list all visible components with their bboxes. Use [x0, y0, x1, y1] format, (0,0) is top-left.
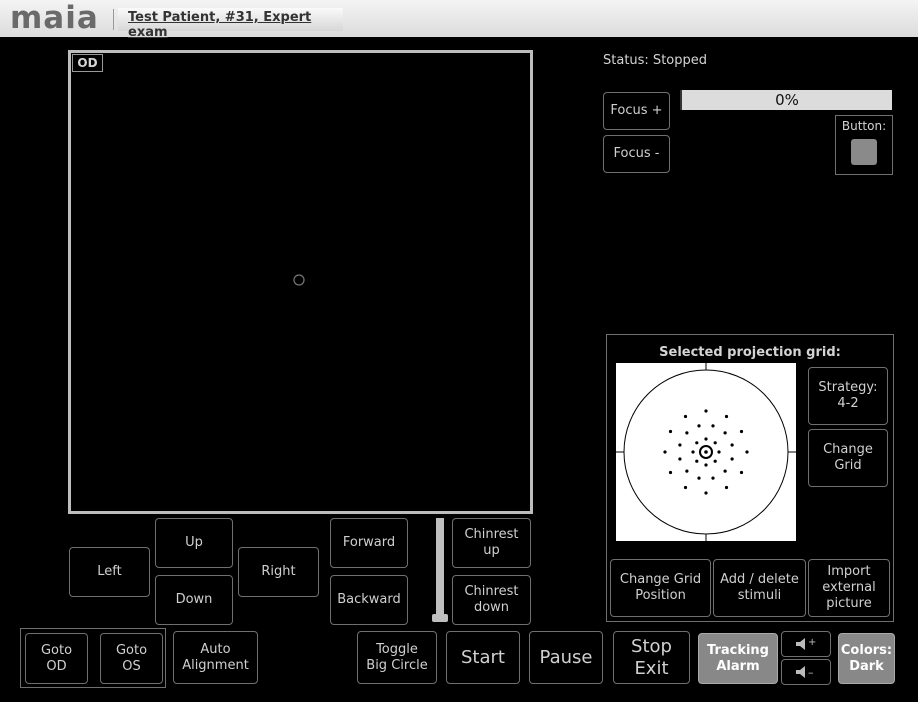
pause-button[interactable]: Pause	[529, 631, 603, 684]
toggle-big-circle-button[interactable]: Toggle Big Circle	[357, 631, 437, 684]
projection-grid-preview	[616, 363, 796, 541]
stimulus-dot	[691, 450, 695, 454]
stimulus-dot	[683, 485, 688, 490]
stimulus-dot	[724, 414, 729, 419]
up-button[interactable]: Up	[155, 518, 233, 568]
stimulus-dot	[704, 409, 708, 413]
stimulus-dot	[668, 429, 673, 434]
stimulus-dot	[730, 457, 734, 461]
app-logo: maia	[10, 0, 99, 36]
chinrest-slider-track	[436, 518, 444, 620]
start-label: Start	[461, 646, 505, 668]
stimulus-dot	[711, 424, 715, 428]
stimulus-dot	[713, 459, 717, 463]
speaker-plus-icon: +	[796, 637, 816, 650]
stimulus-dot	[695, 459, 699, 463]
backward-button[interactable]: Backward	[330, 575, 408, 625]
stimulus-dot	[713, 441, 717, 445]
right-button[interactable]: Right	[238, 547, 319, 597]
stimulus-dot	[668, 470, 673, 475]
eye-label: OD	[72, 54, 103, 72]
fundus-viewer[interactable]	[68, 50, 533, 514]
import-external-picture-button[interactable]: Import external picture	[808, 559, 890, 617]
volume-down-button[interactable]: –	[781, 659, 831, 685]
stimulus-dot	[678, 443, 682, 447]
forward-button[interactable]: Forward	[330, 518, 408, 568]
speaker-minus-icon: –	[796, 666, 814, 679]
stop-exit-button[interactable]: Stop Exit	[613, 631, 690, 684]
tracking-alarm-button[interactable]: Tracking Alarm	[698, 633, 778, 684]
hardware-button-label: Button:	[841, 119, 887, 133]
strategy-button[interactable]: Strategy: 4-2	[808, 367, 888, 425]
stimulus-dot	[697, 476, 701, 480]
stimulus-dot	[723, 431, 727, 435]
chinrest-up-button[interactable]: Chinrest up	[452, 518, 531, 568]
svg-text:+: +	[808, 637, 816, 648]
stimulus-dot	[685, 431, 689, 435]
stimulus-dot	[717, 450, 721, 454]
change-grid-position-button[interactable]: Change Grid Position	[610, 559, 711, 617]
stimulus-dot	[704, 491, 708, 495]
svg-text:–: –	[808, 666, 814, 679]
focus-minus-button[interactable]: Focus -	[603, 135, 670, 173]
focus-plus-button[interactable]: Focus +	[603, 92, 670, 130]
stimulus-dot	[704, 437, 708, 441]
start-button[interactable]: Start	[446, 631, 520, 684]
button-state-icon	[851, 139, 877, 165]
change-grid-button[interactable]: Change Grid	[808, 429, 888, 487]
stimulus-dot	[739, 470, 744, 475]
colors-dark-button[interactable]: Colors: Dark	[838, 633, 895, 684]
stimulus-dot	[723, 469, 727, 473]
pause-label: Pause	[539, 646, 593, 668]
hardware-button-indicator: Button:	[835, 115, 893, 175]
volume-up-button[interactable]: +	[781, 631, 831, 657]
chinrest-slider-handle[interactable]	[432, 614, 448, 622]
stimulus-dot	[683, 414, 688, 419]
grid-panel-title: Selected projection grid:	[659, 345, 841, 360]
stimulus-dot	[745, 450, 749, 454]
stimulus-dot	[739, 429, 744, 434]
title-separator	[113, 9, 114, 30]
grid-diagram-icon	[616, 363, 796, 541]
patient-tab[interactable]: Test Patient, #31, Expert exam	[118, 8, 343, 40]
stimulus-dot	[704, 463, 708, 467]
fixation-target-icon	[293, 274, 305, 286]
stimulus-dot	[724, 485, 729, 490]
down-button[interactable]: Down	[155, 575, 233, 625]
add-delete-stimuli-button[interactable]: Add / delete stimuli	[713, 559, 806, 617]
left-button[interactable]: Left	[69, 547, 150, 597]
progress-bar: 0%	[680, 90, 892, 110]
stimulus-dot	[663, 450, 667, 454]
status-text: Status: Stopped	[603, 53, 707, 68]
chinrest-down-button[interactable]: Chinrest down	[452, 575, 531, 625]
goto-od-button[interactable]: Goto OD	[25, 633, 88, 684]
stimulus-dot	[730, 443, 734, 447]
goto-os-button[interactable]: Goto OS	[100, 633, 163, 684]
stimulus-dot	[678, 457, 682, 461]
stimulus-dot	[697, 424, 701, 428]
stimulus-dot	[711, 476, 715, 480]
stimulus-dot	[685, 469, 689, 473]
stimulus-dot	[695, 441, 699, 445]
auto-alignment-button[interactable]: Auto Alignment	[173, 631, 258, 684]
